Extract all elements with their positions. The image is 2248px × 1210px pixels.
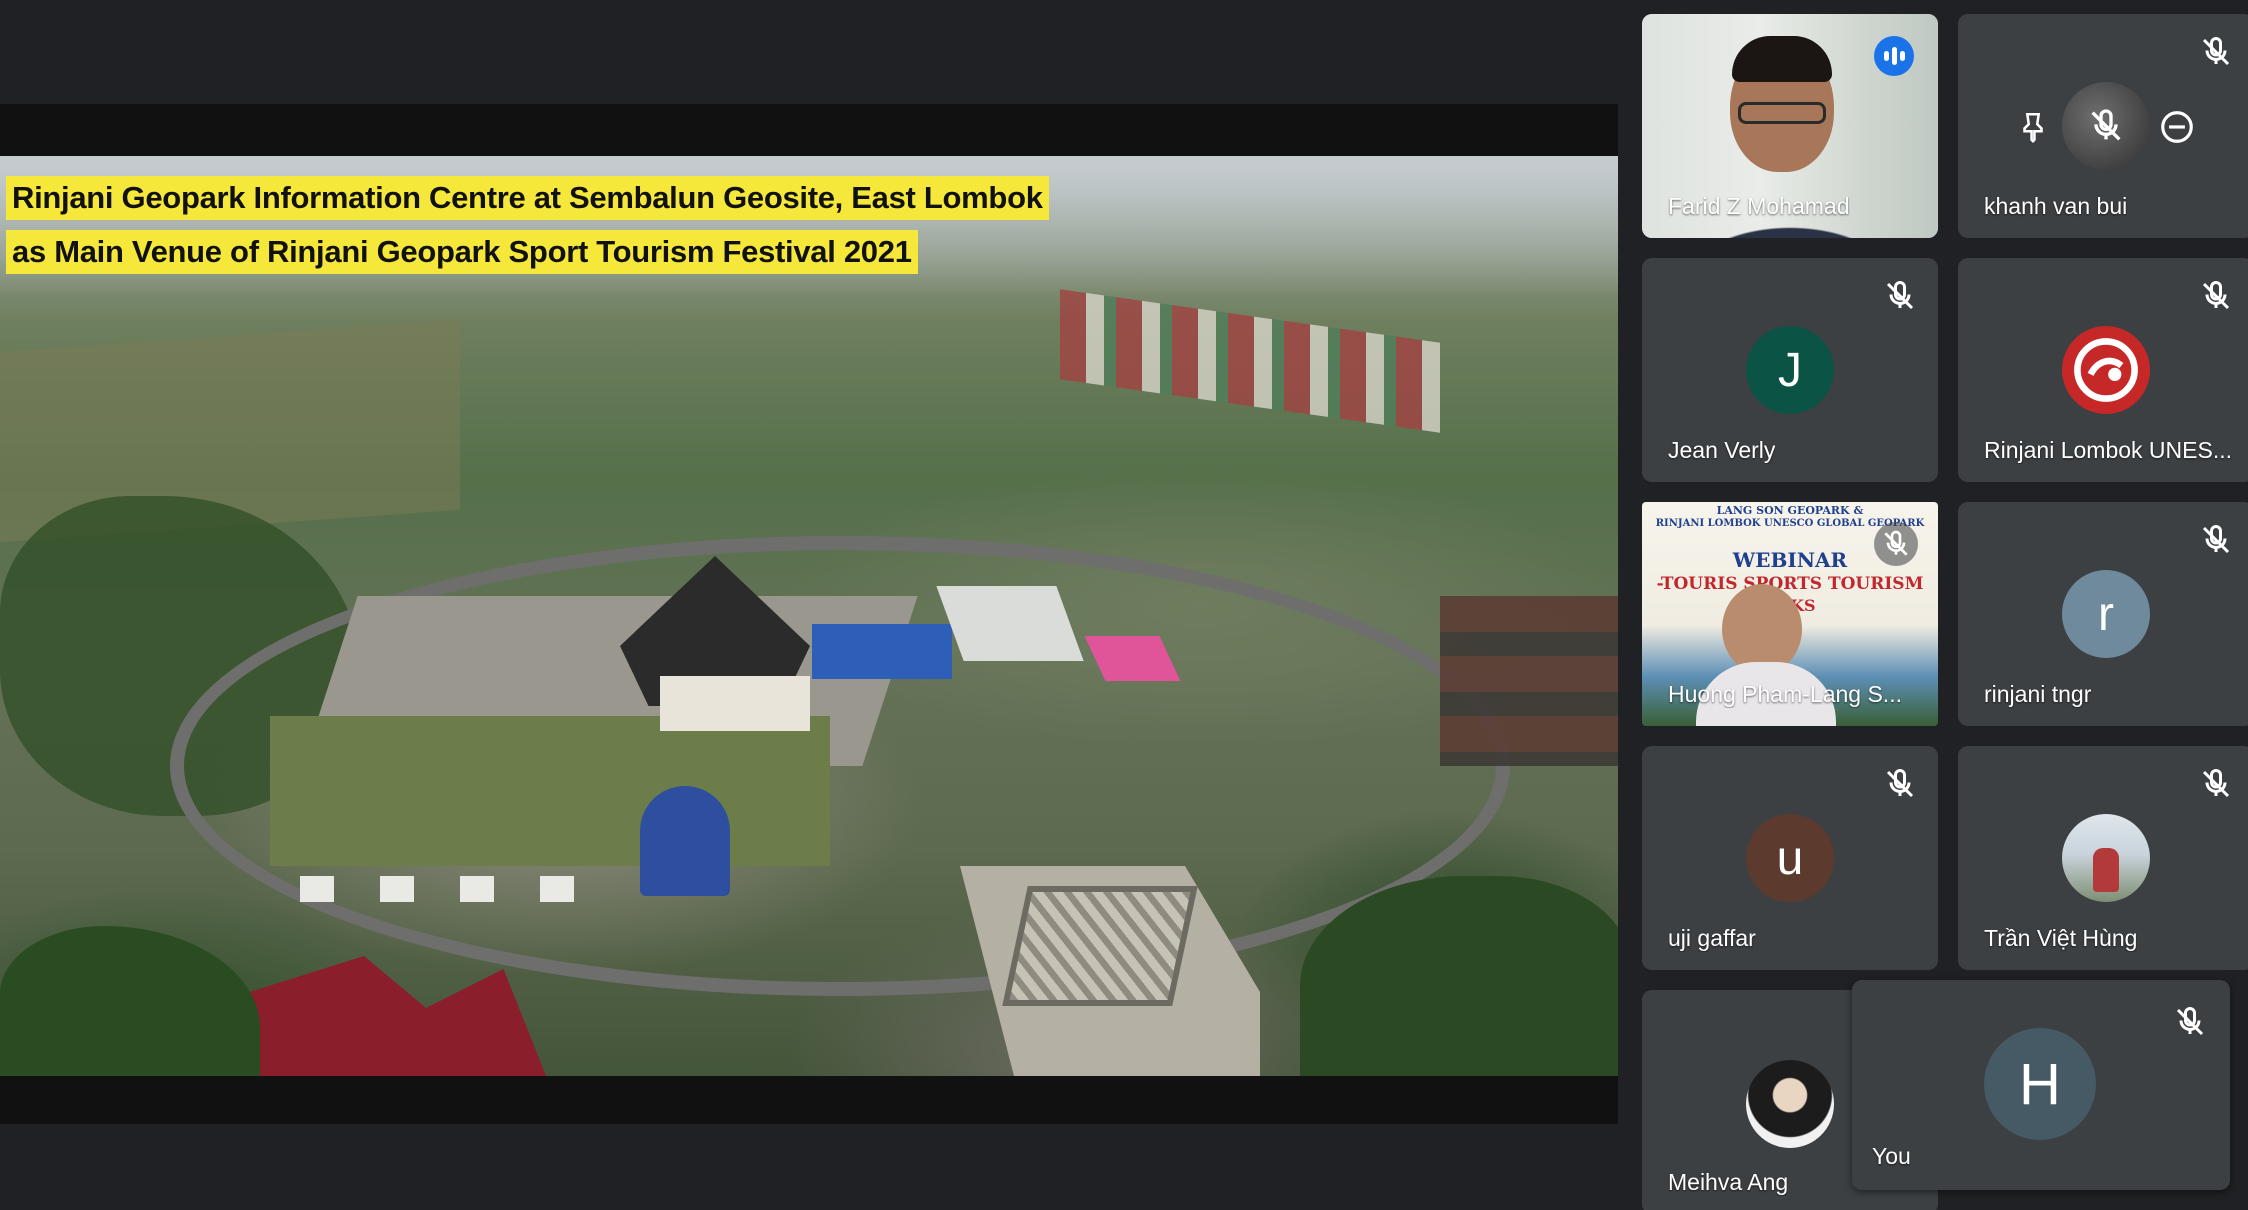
mic-off-icon [1884,530,1908,556]
participant-name: Huong Pham-Lang S... [1668,681,1902,707]
avatar-photo [2062,814,2150,902]
avatar-initial: H [1984,1028,2096,1140]
participant-name: You [1872,1143,1911,1169]
red-roofs-foreground [240,956,550,1076]
village-roofs [1060,289,1440,433]
slide-caption-line-2: as Main Venue of Rinjani Geopark Sport T… [6,230,918,274]
avatar-photo [1746,1060,1834,1148]
participant-name: Farid Z Mohamad [1668,193,1850,219]
participant-tile-rinjani-lombok[interactable]: Rinjani Lombok UNES... [1958,258,2248,482]
main-building-wall [660,676,810,731]
participant-tile-jean[interactable]: J Jean Verly [1642,258,1938,482]
mic-off-icon [2202,280,2230,310]
webinar-line-1: LANG SON GEOPARK & [1716,504,1864,517]
avatar-initial: r [2062,570,2150,658]
forest-bottom-left [0,926,260,1076]
participant-tile-khanh[interactable]: khanh van bui [1958,14,2248,238]
presentation-area: Rinjani Geopark Information Centre at Se… [0,104,1618,1124]
mic-off-icon [2202,36,2230,66]
avatar-initial: u [1746,814,1834,902]
participant-name: Meihva Ang [1668,1169,1789,1195]
participant-name: uji gaffar [1668,925,1756,951]
participant-name: Jean Verly [1668,437,1776,463]
participant-name: rinjani tngr [1984,681,2092,707]
glasses-icon [1738,102,1826,124]
participant-tile-farid[interactable]: Farid Z Mohamad [1642,14,1938,238]
remove-icon[interactable] [2158,108,2196,146]
houses-right [1440,596,1618,766]
avatar-initial: J [1746,326,1834,414]
participant-tile-tran[interactable]: Trần Việt Hùng [1958,746,2248,970]
construction-frame [1002,886,1198,1006]
presented-slide-image: Rinjani Geopark Information Centre at Se… [0,156,1618,1076]
slide-caption-line-1: Rinjani Geopark Information Centre at Se… [6,176,1049,220]
mic-off-icon [2176,1006,2204,1036]
mic-off-icon [2202,524,2230,554]
grass-lawn [270,716,830,866]
participant-name: Rinjani Lombok UNES... [1984,437,2232,463]
participant-tile-uji[interactable]: u uji gaffar [1642,746,1938,970]
geopark-logo-icon [2062,326,2150,414]
participant-name: Trần Việt Hùng [1984,925,2138,951]
participant-name: khanh van bui [1984,193,2128,219]
blue-dome-tent [640,786,730,896]
speaking-indicator-icon [1874,36,1914,76]
parked-cars [300,876,620,902]
person-head [1722,584,1802,674]
avatar-photo [2062,82,2150,170]
webinar-line-4: -TOURIS SPORTS TOURISM [1656,574,1924,594]
mic-off-icon [2202,768,2230,798]
mic-off-icon [2091,109,2121,141]
mic-off-icon [1886,280,1914,310]
participant-tile-huong[interactable]: LANG SON GEOPARK & RINJANI LOMBOK UNESCO… [1642,502,1938,726]
mic-off-icon [1886,768,1914,798]
pin-icon[interactable] [2016,110,2050,144]
blue-tent [812,624,952,679]
self-view-tile[interactable]: H You [1852,980,2230,1190]
participant-tile-rinjani-tngr[interactable]: r rinjani tngr [1958,502,2248,726]
